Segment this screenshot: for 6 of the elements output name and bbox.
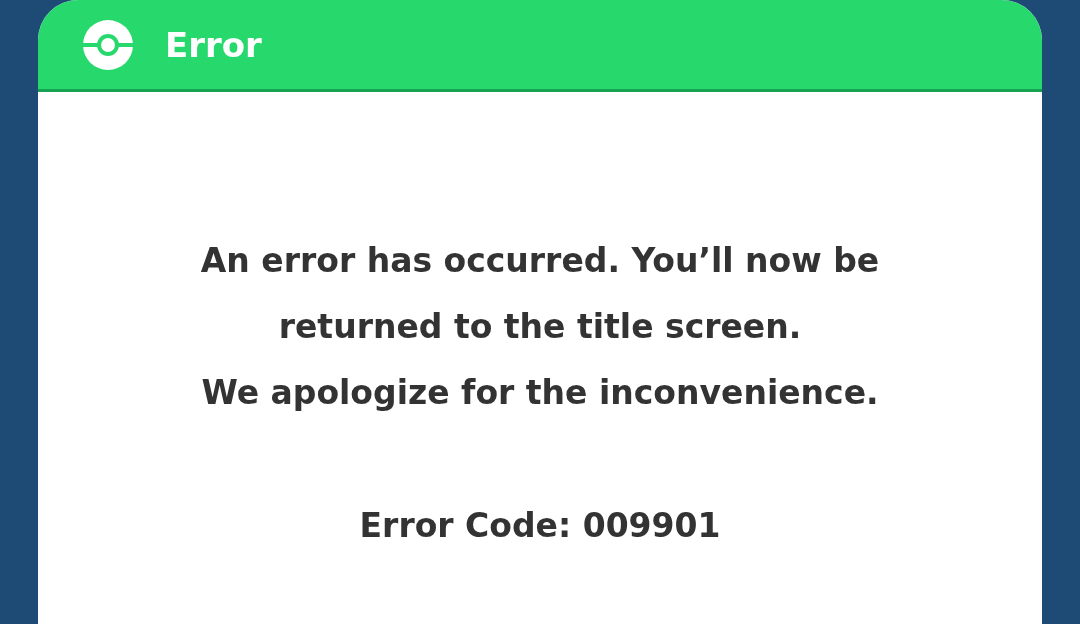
error-message: An error has occurred. You’ll now be	[200, 240, 880, 282]
error-code: Error Code: 009901	[359, 505, 721, 547]
error-message: We apologize for the inconvenience.	[201, 372, 879, 414]
ball-icon	[83, 19, 133, 70]
dialog-title: Error	[165, 24, 262, 65]
error-message: returned to the title screen.	[278, 306, 802, 348]
